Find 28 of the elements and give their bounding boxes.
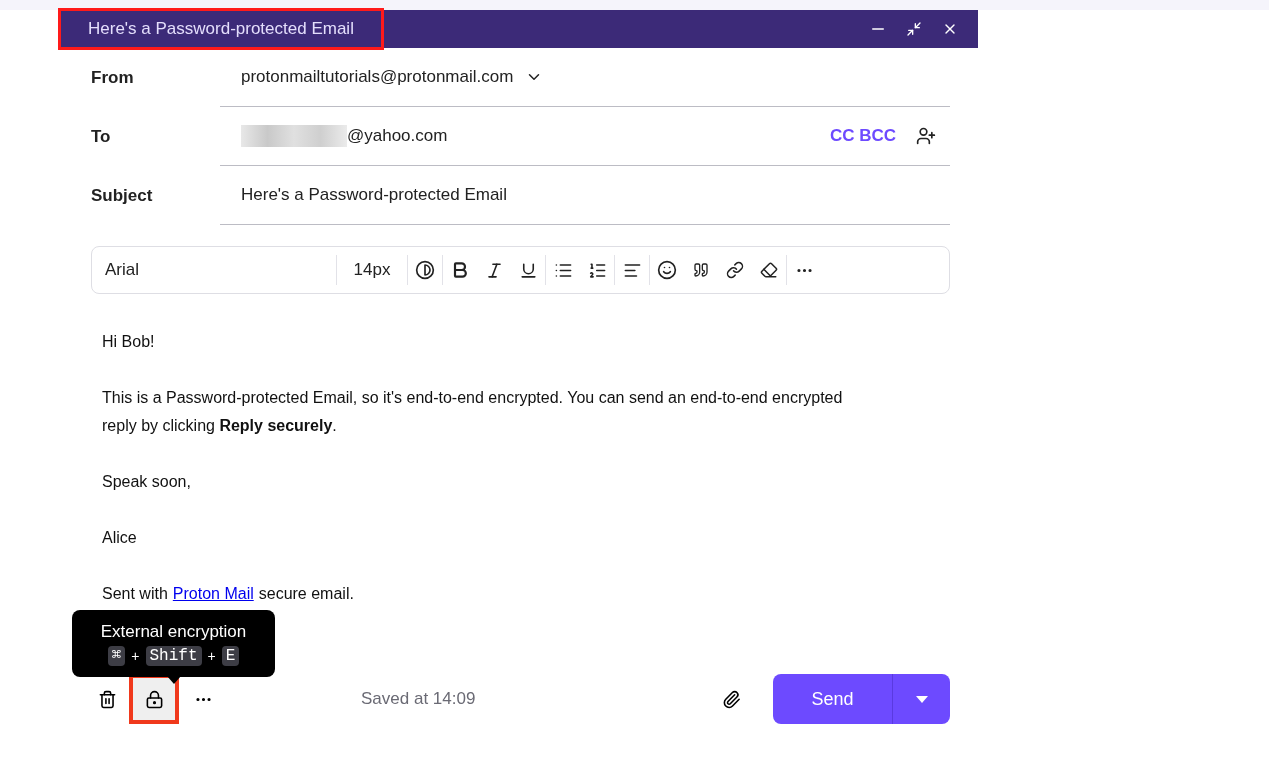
tooltip-title: External encryption xyxy=(100,620,247,643)
shortcut-key: E xyxy=(221,646,240,666)
body-paragraph: This is a Password-protected Email, so it's end-to-end encrypted. You can send an end-to-end encrypted reply by clicking Reply securely. xyxy=(102,388,844,436)
add-contact-icon[interactable] xyxy=(916,126,936,146)
plus-sign: + xyxy=(207,646,216,666)
body-paragraph: Speak soon, xyxy=(102,472,192,492)
field-label: Subject xyxy=(91,184,154,207)
plus-sign: + xyxy=(131,646,140,666)
saved-status: Saved at 14:09 xyxy=(361,688,476,711)
signature-link[interactable]: Proton Mail xyxy=(172,580,254,608)
cc-bcc-link[interactable]: CC BCC xyxy=(829,123,896,149)
window-title: Here's a Password-protected Email xyxy=(60,10,382,48)
caret-icon xyxy=(915,695,928,703)
recipient-field[interactable]: @yahoo.com CC BCC xyxy=(220,107,950,166)
signature-text: secure email. xyxy=(258,584,354,604)
field-label: From xyxy=(91,66,135,89)
size-select[interactable]: 14px xyxy=(337,257,407,283)
send-button[interactable]: Send xyxy=(773,674,893,724)
field-label: To xyxy=(91,125,112,148)
shortcut-key: Shift xyxy=(145,646,202,666)
subject-field[interactable]: Here's a Password-protected Email xyxy=(220,166,950,225)
sender-select[interactable]: protonmailtutorials@protonmail.com xyxy=(220,48,950,107)
lock-icon[interactable] xyxy=(129,674,179,724)
font-select[interactable]: Arial xyxy=(96,257,336,283)
shortcut-key: ⌘ xyxy=(107,646,126,666)
signature-text: Sent with xyxy=(102,584,168,604)
body-paragraph: Hi Bob! xyxy=(102,332,156,352)
body-paragraph: Alice xyxy=(102,528,138,548)
